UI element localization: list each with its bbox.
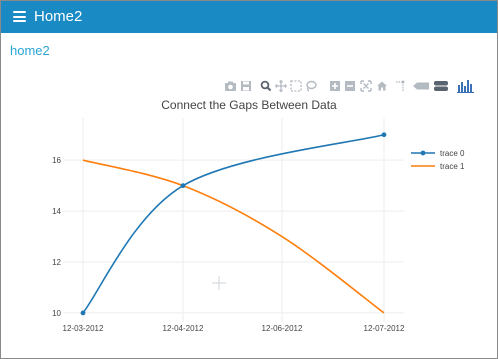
legend-marker xyxy=(420,150,426,156)
legend[interactable]: trace 0 trace 1 xyxy=(411,149,465,171)
legend-label: trace 0 xyxy=(440,149,465,158)
data-point xyxy=(80,310,86,316)
x-tick-label: 12-03-2012 xyxy=(63,324,104,333)
crosshair-cursor xyxy=(212,276,226,290)
legend-label: trace 1 xyxy=(440,162,465,171)
y-axis: 10 12 14 16 xyxy=(52,156,61,318)
x-axis: 12-03-2012 12-04-2012 12-06-2012 12-07-2012 xyxy=(63,324,405,333)
y-tick-label: 14 xyxy=(52,207,61,216)
x-tick-label: 12-06-2012 xyxy=(262,324,303,333)
y-tick-label: 16 xyxy=(52,156,61,165)
data-point xyxy=(381,132,387,138)
grid xyxy=(63,118,404,322)
x-tick-label: 12-07-2012 xyxy=(364,324,405,333)
y-tick-label: 10 xyxy=(52,309,61,318)
x-tick-label: 12-04-2012 xyxy=(163,324,204,333)
y-tick-label: 12 xyxy=(52,258,61,267)
data-point xyxy=(180,183,186,189)
series-line-trace-0 xyxy=(82,133,385,314)
line-chart[interactable]: 12-03-2012 12-04-2012 12-06-2012 12-07-2012… xyxy=(0,0,498,359)
series-line-trace-1 xyxy=(82,159,385,314)
